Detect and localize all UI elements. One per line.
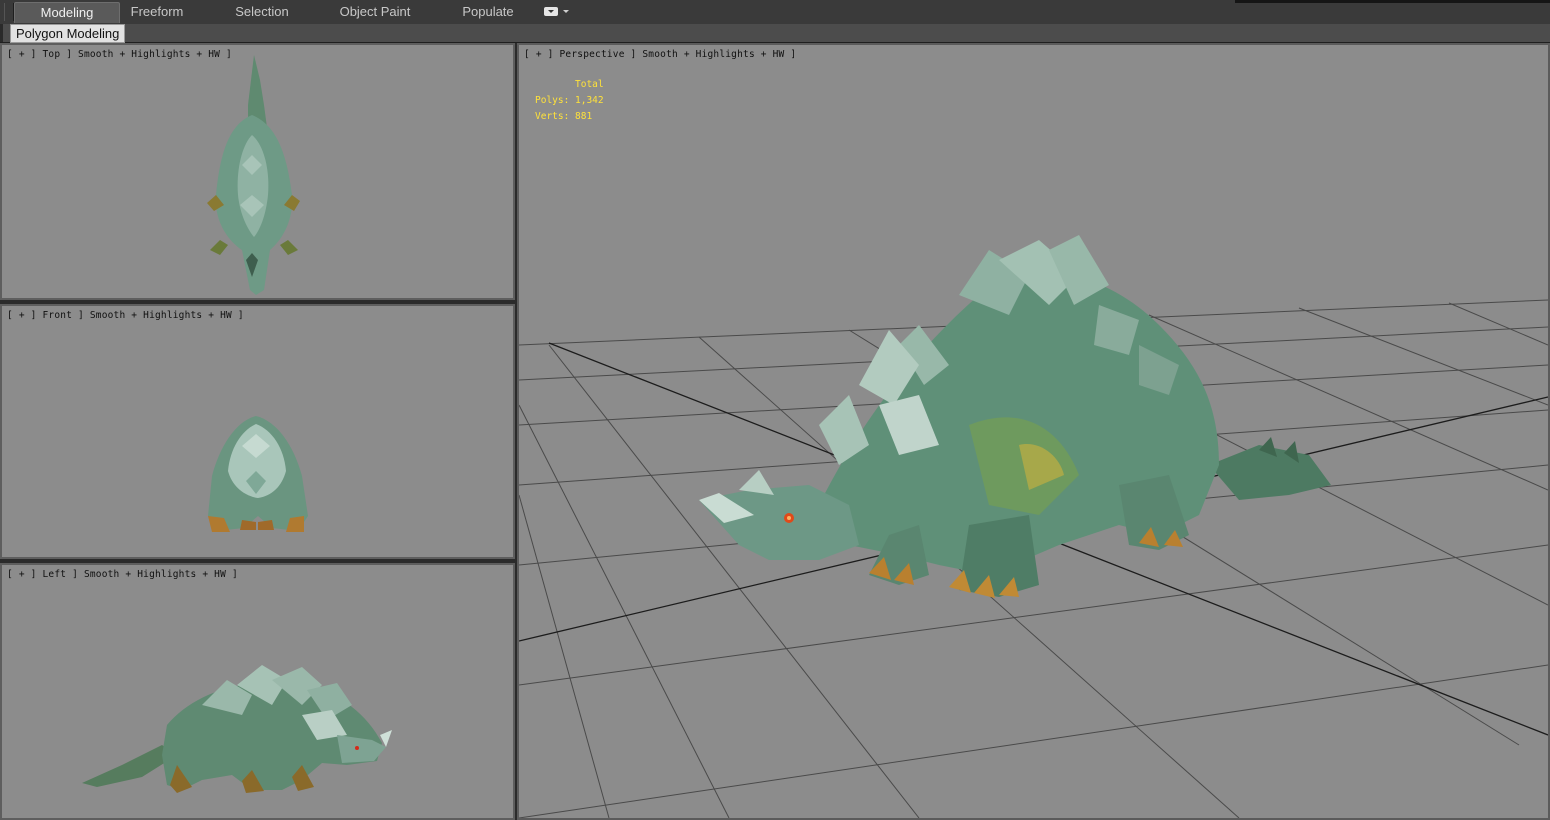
- viewport-perspective[interactable]: [ + ] Perspective ] Smooth + Highlights …: [517, 43, 1550, 820]
- tab-selection[interactable]: Selection: [220, 2, 304, 22]
- polygon-modeling-panel-button[interactable]: Polygon Modeling: [10, 24, 126, 43]
- left-view-creature-render: [82, 665, 392, 793]
- tab-freeform[interactable]: Freeform: [114, 2, 200, 22]
- title-divider: [1235, 0, 1550, 3]
- viewport-top[interactable]: [ + ] Top ] Smooth + Highlights + HW ]: [0, 43, 515, 300]
- tab-modeling[interactable]: Modeling: [14, 2, 120, 23]
- ribbon-grip-handle[interactable]: [4, 3, 14, 21]
- viewport-left[interactable]: [ + ] Left ] Smooth + Highlights + HW ]: [0, 563, 515, 820]
- chevron-down-icon[interactable]: [563, 10, 569, 13]
- ribbon-tab-bar: Modeling Freeform Selection Object Paint…: [0, 0, 1550, 25]
- panel-edge: [0, 24, 3, 42]
- front-view-creature-render: [208, 416, 308, 532]
- ribbon-options-dropdown-icon[interactable]: [544, 7, 558, 16]
- tab-object-paint[interactable]: Object Paint: [330, 2, 420, 22]
- top-view-creature-render: [207, 55, 300, 295]
- viewport-front[interactable]: [ + ] Front ] Smooth + Highlights + HW ]: [0, 304, 515, 559]
- rock-beast-model: [699, 235, 1331, 598]
- ribbon-panel-bar: Polygon Modeling: [0, 24, 1550, 43]
- perspective-grid-and-creature: [519, 235, 1548, 818]
- tab-populate[interactable]: Populate: [450, 2, 526, 22]
